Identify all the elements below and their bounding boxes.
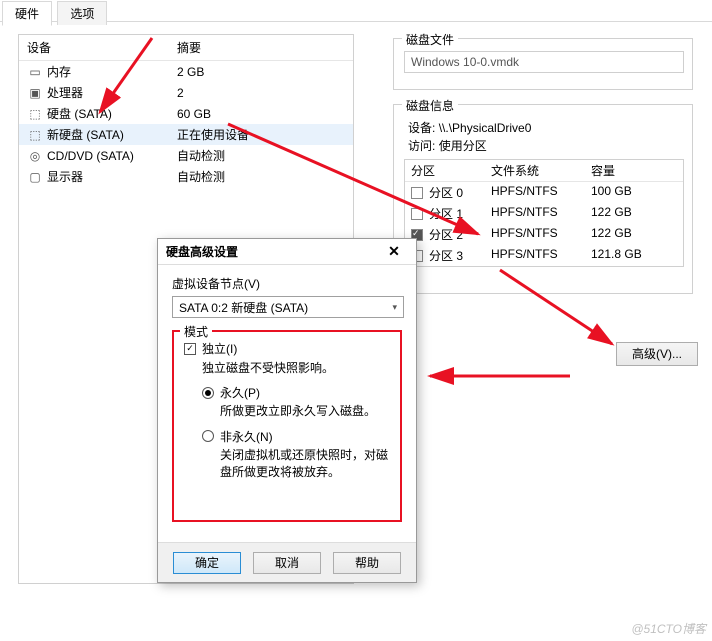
partition-cap: 122 GB [591,205,677,222]
independent-desc: 独立磁盘不受快照影响。 [202,359,390,376]
partition-cap: 100 GB [591,184,677,201]
chevron-down-icon: ▾ [392,302,397,313]
device-summary: 2 [177,86,345,100]
ok-button[interactable]: 确定 [173,552,241,574]
disk-info-group: 磁盘信息 设备: \\.\PhysicalDrive0 访问: 使用分区 分区 … [393,104,693,294]
nonpermanent-radio-row[interactable]: 非永久(N) [202,428,390,445]
partition-row[interactable]: 分区 1 HPFS/NTFS122 GB [405,203,683,224]
info-access-value: 使用分区 [439,139,487,153]
mode-title: 模式 [180,323,212,340]
col-filesystem: 文件系统 [491,162,591,179]
cpu-icon: ▣ [27,86,43,100]
close-icon[interactable]: ✕ [380,243,408,260]
advanced-settings-dialog: 硬盘高级设置 ✕ 虚拟设备节点(V) SATA 0:2 新硬盘 (SATA) ▾… [157,238,417,583]
independent-checkbox-row[interactable]: ✓ 独立(I) [184,340,390,357]
device-summary: 自动检测 [177,168,345,185]
partition-name: 分区 0 [429,184,463,201]
partition-name: 分区 2 [429,226,463,243]
help-button[interactable]: 帮助 [333,552,401,574]
tab-options[interactable]: 选项 [57,1,107,25]
memory-icon: ▭ [27,65,43,79]
device-summary: 2 GB [177,65,345,79]
info-access-line: 访问: 使用分区 [408,137,487,154]
partition-fs: HPFS/NTFS [491,184,591,201]
dialog-body: 虚拟设备节点(V) SATA 0:2 新硬盘 (SATA) ▾ 模式 ✓ 独立(… [158,265,416,522]
partition-fs: HPFS/NTFS [491,205,591,222]
mode-group: 模式 ✓ 独立(I) 独立磁盘不受快照影响。 永久(P) 所做更改立即永久写入磁… [172,330,402,522]
col-summary: 摘要 [177,39,345,56]
col-device: 设备 [27,39,177,56]
disk-icon: ⬚ [27,128,43,142]
permanent-desc: 所做更改立即永久写入磁盘。 [220,403,390,420]
optical-icon: ◎ [27,149,43,163]
col-capacity: 容量 [591,162,677,179]
nonpermanent-desc: 关闭虚拟机或还原快照时，对磁盘所做更改将被放弃。 [220,447,390,481]
independent-label: 独立(I) [202,340,237,357]
permanent-label: 永久(P) [220,384,260,401]
partition-header: 分区 文件系统 容量 [405,160,683,182]
partition-row[interactable]: 分区 3 HPFS/NTFS121.8 GB [405,245,683,266]
col-partition: 分区 [411,162,491,179]
partition-fs: HPFS/NTFS [491,247,591,264]
node-value: SATA 0:2 新硬盘 (SATA) [179,299,308,316]
device-row[interactable]: ▭ 内存 2 GB [19,61,353,82]
dialog-title: 硬盘高级设置 [166,243,238,260]
dialog-titlebar: 硬盘高级设置 ✕ [158,239,416,265]
disk-file-group: 磁盘文件 Windows 10-0.vmdk [393,38,693,90]
partition-table: 分区 文件系统 容量 分区 0HPFS/NTFS100 GB分区 1HPFS/N… [404,159,684,267]
advanced-button[interactable]: 高级(V)... [616,342,698,366]
device-name: 显示器 [47,170,83,184]
node-label: 虚拟设备节点(V) [172,275,402,292]
info-device-label: 设备: [408,121,435,135]
partition-row[interactable]: 分区 0 HPFS/NTFS100 GB [405,182,683,203]
device-row[interactable]: ▢ 显示器 自动检测 [19,166,353,187]
cancel-button[interactable]: 取消 [253,552,321,574]
partition-fs: HPFS/NTFS [491,226,591,243]
disk-file-title: 磁盘文件 [402,31,458,48]
device-name: 内存 [47,65,71,79]
device-summary: 自动检测 [177,147,345,164]
tab-strip: 硬件 选项 [0,0,712,22]
info-device-value: \\.\PhysicalDrive0 [439,121,532,135]
disk-icon: ⬚ [27,107,43,121]
partition-name: 分区 3 [429,247,463,264]
device-row[interactable]: ◎ CD/DVD (SATA) 自动检测 [19,145,353,166]
dialog-buttons: 确定 取消 帮助 [158,542,416,582]
info-access-label: 访问: [408,139,435,153]
partition-cap: 122 GB [591,226,677,243]
radio-icon [202,430,214,442]
disk-info-title: 磁盘信息 [402,97,458,114]
watermark: @51CTO博客 [631,620,706,637]
nonpermanent-label: 非永久(N) [220,428,273,445]
device-name: CD/DVD (SATA) [47,149,134,163]
permanent-radio-row[interactable]: 永久(P) [202,384,390,401]
partition-name: 分区 1 [429,205,463,222]
device-list-header: 设备 摘要 [19,35,353,61]
device-summary: 60 GB [177,107,345,121]
radio-icon [202,387,214,399]
checkbox-icon: ✓ [184,343,196,355]
node-combobox[interactable]: SATA 0:2 新硬盘 (SATA) ▾ [172,296,404,318]
device-summary: 正在使用设备 [177,126,345,143]
device-name: 新硬盘 (SATA) [47,128,124,142]
partition-cap: 121.8 GB [591,247,677,264]
partition-row[interactable]: 分区 2 HPFS/NTFS122 GB [405,224,683,245]
device-row[interactable]: ⬚ 硬盘 (SATA) 60 GB [19,103,353,124]
info-device-line: 设备: \\.\PhysicalDrive0 [408,119,531,136]
device-row[interactable]: ⬚ 新硬盘 (SATA) 正在使用设备 [19,124,353,145]
device-name: 硬盘 (SATA) [47,107,112,121]
disk-file-field[interactable]: Windows 10-0.vmdk [404,51,684,73]
tab-hardware[interactable]: 硬件 [2,1,52,26]
checkbox-icon[interactable] [411,187,423,199]
checkbox-icon[interactable] [411,208,423,220]
device-name: 处理器 [47,86,83,100]
device-row[interactable]: ▣ 处理器 2 [19,82,353,103]
display-icon: ▢ [27,170,43,184]
